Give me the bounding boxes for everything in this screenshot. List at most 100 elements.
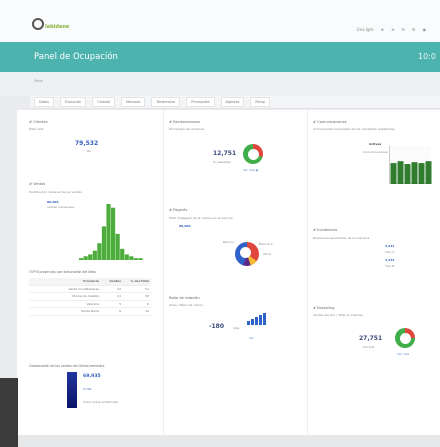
sales-legend-value: 80,000 (47, 200, 59, 204)
widget-subtitle: Total impagado de la cartera en el perío… (169, 216, 233, 220)
tab-agentes[interactable]: Agentes (220, 97, 245, 107)
title-bar: Panel de Ocupación 10:0 (0, 42, 440, 72)
gear-icon[interactable]: ⚙ (412, 27, 416, 32)
rotation-bar (255, 317, 258, 325)
profile-icon[interactable]: ◉ (423, 27, 427, 32)
column-middle: # Reclamaciones Porcentaje de reclamos 1… (169, 110, 301, 435)
widget-subtitle: Ventas del año / Total en Clientes (313, 313, 363, 317)
table-cell: Murcia de Castilla (72, 294, 99, 299)
histogram-bar (129, 256, 134, 260)
semester-value: 69,935 (83, 374, 101, 379)
table-cell: Santa Cruz/Baleares (68, 286, 99, 291)
claims-more-link[interactable]: Ver más ▶ (243, 168, 258, 172)
semester-bar (67, 372, 77, 408)
histogram-bar (120, 248, 125, 260)
histogram-bar (88, 254, 93, 260)
comm-legend-a: Activas (369, 142, 382, 146)
tab-datos[interactable]: Datos (34, 97, 54, 107)
incidents-note-1: Tipo A (385, 250, 395, 254)
table-cell: 6 (119, 309, 121, 314)
widget-title: # Incidencias (313, 228, 338, 232)
title-right: 10:0 (418, 52, 436, 61)
comm-bar (411, 162, 418, 184)
histogram-bar (124, 254, 129, 260)
mail-icon[interactable]: ✉ (402, 27, 405, 32)
top-nav: Una lgrn ★ ⊕ ✉ ⚙ ◉ (357, 27, 426, 32)
rotation-bar (259, 315, 262, 325)
resolving-donut (395, 328, 415, 348)
histogram-bar (83, 256, 88, 260)
widget-title: TOP 6 provincias con facturación del Net… (29, 270, 96, 274)
rotation-note: días (233, 326, 240, 330)
tab-calidad[interactable]: Calidad (92, 97, 115, 107)
column-divider (163, 110, 164, 435)
widget-title: # Reclamaciones (169, 120, 201, 124)
clients-value: 79,532 (75, 140, 99, 147)
rotation-bar (251, 319, 254, 325)
table-cell: Santa María (81, 309, 99, 314)
comm-bar (425, 161, 432, 184)
globe-icon[interactable]: ⊕ (391, 27, 394, 32)
widget-title: # Ventas (29, 182, 46, 186)
table-cell: 22 (117, 286, 121, 291)
tab-bar: Datos Evolución Calidad Mercado Tendenci… (30, 96, 440, 109)
resolving-value: 27,751 (359, 335, 383, 342)
column-header: % del Total (130, 279, 149, 284)
table-row[interactable]: Murcia de Castilla 11 30 (29, 293, 151, 301)
table-cell: 14 (145, 309, 149, 314)
semester-value-2: 2,701 (83, 387, 92, 391)
comm-legend-b: Comunicaciones (363, 150, 388, 154)
widget-subtitle: Distribución mensual de las ventas (29, 190, 82, 194)
table-cell: 5 (119, 301, 121, 306)
user-menu[interactable]: Una lgrn (357, 27, 374, 32)
star-icon[interactable]: ★ (381, 27, 385, 32)
histogram-bar (115, 233, 120, 260)
column-header: Ventas (109, 279, 121, 284)
sales-histogram (79, 204, 143, 260)
tab-reinp[interactable]: Reinp (250, 97, 270, 107)
resolving-note: Sin Q.R. (363, 345, 375, 349)
clients-note: ftp (87, 149, 92, 153)
widget-subtitle: Total neto (29, 127, 44, 131)
histogram-bar (79, 258, 84, 260)
widget-title: # Resolving (313, 306, 335, 310)
table-row[interactable]: Santa Cruz/Baleares 22 51 (29, 286, 151, 293)
comm-bar (397, 161, 404, 184)
table-row[interactable]: Santa María 6 14 (29, 308, 151, 316)
table-row[interactable]: Valencia 5 6 (29, 301, 151, 308)
histogram-bar (106, 204, 111, 260)
widget-title: # Pagarés (169, 208, 188, 212)
widget-title: Composición de las ventas del último sem… (29, 364, 105, 368)
pie-legend: Otros (263, 252, 272, 256)
column-right: # Comunicaciones Comunicados mensuales d… (313, 110, 440, 435)
table-cell: Valencia (86, 301, 99, 306)
rotation-link[interactable]: Ver (249, 336, 254, 340)
table-cell: 11 (117, 294, 121, 299)
widget-subtitle: (Días / Plazo de cobro) (169, 303, 203, 307)
table-cell: 6 (147, 301, 149, 306)
pie-legend: Bancos 2 (259, 242, 273, 246)
breadcrumb[interactable]: Panel (34, 79, 43, 83)
column-header: Provincia (83, 279, 99, 284)
semester-foot: Costo sobre el Mercado (83, 400, 119, 404)
histogram-bar (133, 258, 139, 260)
breadcrumb-bar: Panel (0, 72, 440, 96)
widget-subtitle: Porcentaje de reclamos (169, 127, 205, 131)
claims-value: 12,751 (213, 150, 237, 157)
histogram-bar (138, 258, 143, 260)
rotation-bar (247, 321, 250, 325)
tab-tendencias[interactable]: Tendencias (151, 97, 181, 107)
claims-note: % resueltas (213, 160, 231, 164)
sales-legend-label: ventas mensuales (47, 205, 75, 209)
provinces-table: Provincia Ventas % del Total Santa Cruz/… (29, 278, 151, 316)
widget-subtitle: Comunicados mensuales de las campañas re… (313, 127, 395, 131)
table-header: Provincia Ventas % del Total (29, 278, 151, 286)
communications-chart (390, 161, 432, 184)
histogram-bar (101, 226, 107, 260)
tab-mercado[interactable]: Mercado (120, 97, 146, 107)
column-left: # Clientes Total neto 79,532 ftp # Venta… (29, 110, 157, 435)
logo-icon (32, 18, 44, 30)
tab-principales[interactable]: Principales (186, 97, 215, 107)
tab-evolucion[interactable]: Evolución (59, 97, 87, 107)
resolving-link[interactable]: Ver más (397, 352, 409, 356)
